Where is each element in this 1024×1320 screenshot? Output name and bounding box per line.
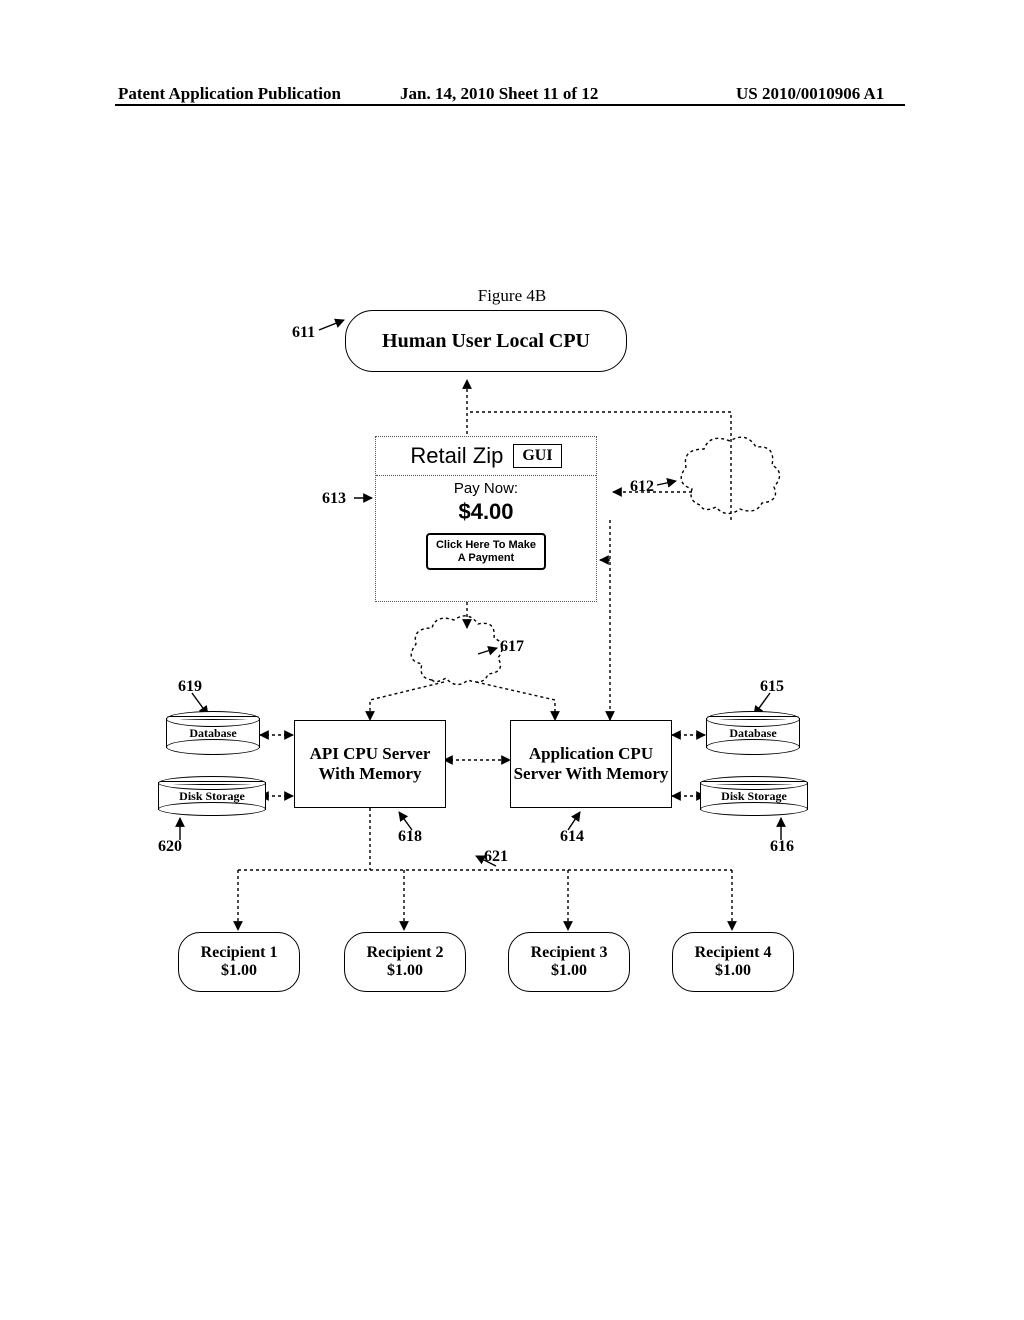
make-payment-button[interactable]: Click Here To Make A Payment xyxy=(426,533,546,570)
api-cpu-server-label: API CPU Server With Memory xyxy=(295,744,445,784)
api-cpu-server: API CPU Server With Memory xyxy=(294,720,446,808)
recipient-2: Recipient 2 $1.00 xyxy=(344,932,466,992)
ref-614: 614 xyxy=(560,828,584,846)
human-user-local-cpu-label: Human User Local CPU xyxy=(382,330,590,353)
recipient-4-title: Recipient 4 xyxy=(695,944,772,962)
recipient-3-title: Recipient 3 xyxy=(531,944,608,962)
recipient-4: Recipient 4 $1.00 xyxy=(672,932,794,992)
recipient-3-amount: $1.00 xyxy=(551,962,587,980)
ref-616: 616 xyxy=(770,838,794,856)
ref-612: 612 xyxy=(630,478,654,496)
connector-layer xyxy=(0,0,1024,1320)
database-right-label: Database xyxy=(707,726,799,741)
ref-617: 617 xyxy=(500,638,524,656)
application-cpu-server: Application CPU Server With Memory xyxy=(510,720,672,808)
recipient-2-title: Recipient 2 xyxy=(367,944,444,962)
make-payment-button-line2: A Payment xyxy=(458,552,514,564)
database-right: Database xyxy=(706,718,800,748)
recipient-1-amount: $1.00 xyxy=(221,962,257,980)
ref-619: 619 xyxy=(178,678,202,696)
recipient-3: Recipient 3 $1.00 xyxy=(508,932,630,992)
retail-zip-gui-panel: Retail Zip GUI Pay Now: $4.00 Click Here… xyxy=(375,436,597,602)
pay-amount: $4.00 xyxy=(376,499,596,525)
disk-storage-left: Disk Storage xyxy=(158,782,266,810)
pay-now-label: Pay Now: xyxy=(376,480,596,497)
recipient-1: Recipient 1 $1.00 xyxy=(178,932,300,992)
recipient-4-amount: $1.00 xyxy=(715,962,751,980)
database-left: Database xyxy=(166,718,260,748)
disk-storage-left-label: Disk Storage xyxy=(159,789,265,804)
ref-613: 613 xyxy=(322,490,346,508)
disk-storage-right: Disk Storage xyxy=(700,782,808,810)
database-left-label: Database xyxy=(167,726,259,741)
ref-611: 611 xyxy=(292,324,315,342)
disk-storage-right-label: Disk Storage xyxy=(701,789,807,804)
ref-618: 618 xyxy=(398,828,422,846)
ref-620: 620 xyxy=(158,838,182,856)
ref-615: 615 xyxy=(760,678,784,696)
application-cpu-server-label: Application CPU Server With Memory xyxy=(511,744,671,784)
ref-621: 621 xyxy=(484,848,508,866)
recipient-2-amount: $1.00 xyxy=(387,962,423,980)
gui-box-label: GUI xyxy=(513,444,561,468)
brand-label: Retail Zip xyxy=(410,443,503,469)
recipient-1-title: Recipient 1 xyxy=(201,944,278,962)
human-user-local-cpu: Human User Local CPU xyxy=(345,310,627,372)
make-payment-button-line1: Click Here To Make xyxy=(436,539,536,551)
